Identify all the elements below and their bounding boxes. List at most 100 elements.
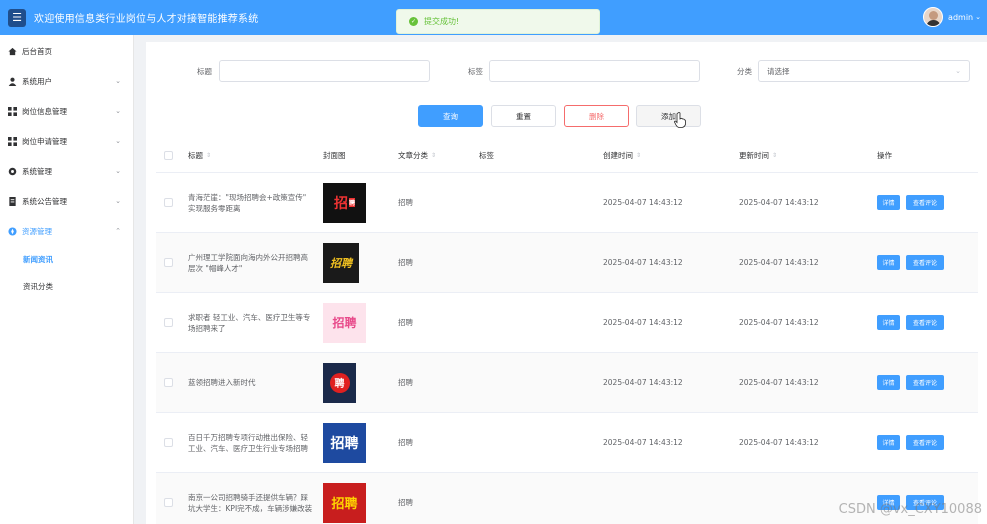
view-comments-button[interactable]: 查看评论 [906,375,944,390]
hamburger-menu-icon[interactable]: ☰ [8,8,26,27]
row-title: 求职者 轻工业、汽车、医疗卫生等专场招聘来了 [188,312,311,333]
table-header: 标题 ⇕ 封面图 文章分类 ⇕ 标签 创建时间 ⇕ 更新时间 ⇕ 操作 [156,139,978,173]
gear-icon [8,167,17,176]
app-title: 欢迎使用信息类行业岗位与人才对接智能推荐系统 [34,14,259,25]
col-ops: 操作 [877,151,892,160]
sidebar-item-label: 资源管理 [22,226,52,236]
grid-icon [8,136,17,146]
chevron-up-icon: ⌃ [115,227,121,235]
row-category: 招聘 [398,198,413,207]
table-row[interactable]: 青海茫崖："现场招聘会+政策宣传" 实现服务零距离 招聘 招聘 2025-04-… [156,173,978,233]
document-icon [8,196,17,206]
table-row[interactable]: 蓝领招聘进入新时代 聘 招聘 2025-04-07 14:43:12 2025-… [156,353,978,413]
tag-filter-label: 标签 [468,67,483,76]
compass-icon [8,226,17,236]
detail-button[interactable]: 详情 [877,375,900,390]
detail-button[interactable]: 详情 [877,195,900,210]
user-name[interactable]: admin [948,13,973,22]
col-tags: 标签 [479,151,494,160]
row-checkbox[interactable] [163,258,173,267]
cover-image: 招聘 [323,182,366,223]
sidebar-item-resources[interactable]: 资源管理 ⌃ [0,216,133,246]
tag-search-input[interactable] [489,60,700,82]
cover-image: 招聘 [323,482,366,523]
detail-button[interactable]: 详情 [877,435,900,450]
sidebar: 后台首页 系统用户 ⌄ 岗位信息管理 ⌄ 岗位申请管理 ⌄ 系统管理 ⌄ 系统公… [0,35,134,524]
sort-icon[interactable]: ⇕ [206,150,211,161]
sidebar-item-system-users[interactable]: 系统用户 ⌄ [0,66,133,96]
view-comments-button[interactable]: 查看评论 [906,315,944,330]
select-all-checkbox-cell[interactable] [156,151,180,160]
delete-button[interactable]: 删除 [564,105,629,127]
main-panel: 标题 标签 分类 请选择 ⌄ 查询 重置 删除 添加 标题 ⇕ 封面图 文章分类 ⇕… [146,42,987,524]
grid-icon [8,106,17,116]
col-updated[interactable]: 更新时间 ⇕ [731,150,869,161]
search-button[interactable]: 查询 [418,105,483,127]
row-checkbox[interactable] [163,438,173,447]
row-checkbox[interactable] [163,318,173,327]
chevron-down-icon: ⌄ [115,167,121,175]
sidebar-item-label: 岗位信息管理 [22,106,67,116]
sidebar-item-job-info[interactable]: 岗位信息管理 ⌄ [0,96,133,126]
col-title[interactable]: 标题 ⇕ [180,150,315,161]
sort-icon[interactable]: ⇕ [431,152,436,159]
row-checkbox[interactable] [163,198,173,207]
sort-icon[interactable]: ⇕ [772,152,777,159]
row-title: 蓝领招聘进入新时代 [188,378,256,387]
home-icon [8,47,17,56]
chevron-down-icon: ⌄ [115,197,121,205]
table-row[interactable]: 百日千万招聘专项行动推出保险、轻工业、汽车、医疗卫生行业专场招聘 招聘 招聘 2… [156,413,978,473]
sidebar-item-label: 系统用户 [22,76,52,86]
row-updated: 2025-04-07 14:43:12 [739,198,819,207]
cover-image: 招聘 [323,302,366,343]
success-toast: ✓ 提交成功! [396,9,600,34]
chevron-down-icon: ⌄ [115,107,121,115]
row-category: 招聘 [398,378,413,387]
category-select[interactable]: 请选择 ⌄ [758,60,970,82]
col-cover: 封面图 [323,151,346,160]
col-category[interactable]: 文章分类 ⇕ [390,150,471,161]
row-category: 招聘 [398,258,413,267]
user-menu[interactable]: admin ⌄ [923,7,981,27]
watermark: CSDN @vx_CXY10088 [838,502,982,517]
table-row[interactable]: 广州理工学院面向海内外公开招聘高层次 "帽峰人才" 招聘 招聘 2025-04-… [156,233,978,293]
reset-button[interactable]: 重置 [491,105,556,127]
hand-cursor-icon [674,112,686,128]
chevron-down-icon[interactable]: ⌄ [975,13,981,21]
row-created: 2025-04-07 14:43:12 [603,318,683,327]
toast-message: 提交成功! [424,17,460,26]
sidebar-item-system-management[interactable]: 系统管理 ⌄ [0,156,133,186]
cover-image: 招聘 [323,242,359,283]
add-button[interactable]: 添加 [636,105,701,127]
sidebar-item-job-application[interactable]: 岗位申请管理 ⌄ [0,126,133,156]
category-select-placeholder: 请选择 [767,66,790,76]
row-category: 招聘 [398,318,413,327]
sidebar-item-announcements[interactable]: 系统公告管理 ⌄ [0,186,133,216]
select-all-checkbox[interactable] [163,151,173,160]
row-title: 南京一公司招聘骑手还提供车辆？踩坑大学生：KPI完不成，车辆涉嫌改装 [188,492,313,513]
news-table: 标题 ⇕ 封面图 文章分类 ⇕ 标签 创建时间 ⇕ 更新时间 ⇕ 操作 青海茫崖："现场… [156,139,978,524]
sidebar-item-home[interactable]: 后台首页 [0,36,133,66]
title-search-input[interactable] [219,60,430,82]
row-updated: 2025-04-07 14:43:12 [739,378,819,387]
sidebar-subitem-news-category[interactable]: 资讯分类 [0,273,133,300]
row-checkbox[interactable] [163,378,173,387]
row-checkbox[interactable] [163,498,173,507]
cover-image: 聘 [323,362,356,403]
view-comments-button[interactable]: 查看评论 [906,435,944,450]
sidebar-subitem-news[interactable]: 新闻资讯 [0,246,133,273]
col-created-label: 创建时间 [603,151,633,160]
view-comments-button[interactable]: 查看评论 [906,255,944,270]
view-comments-button[interactable]: 查看评论 [906,195,944,210]
user-icon [8,77,17,86]
sort-icon[interactable]: ⇕ [636,152,641,159]
chevron-down-icon: ⌄ [955,67,961,75]
detail-button[interactable]: 详情 [877,255,900,270]
detail-button[interactable]: 详情 [877,315,900,330]
row-updated: 2025-04-07 14:43:12 [739,438,819,447]
col-created[interactable]: 创建时间 ⇕ [595,150,731,161]
avatar[interactable] [923,7,944,27]
col-updated-label: 更新时间 [739,151,769,160]
chevron-down-icon: ⌄ [115,77,121,85]
table-row[interactable]: 求职者 轻工业、汽车、医疗卫生等专场招聘来了 招聘 招聘 2025-04-07 … [156,293,978,353]
